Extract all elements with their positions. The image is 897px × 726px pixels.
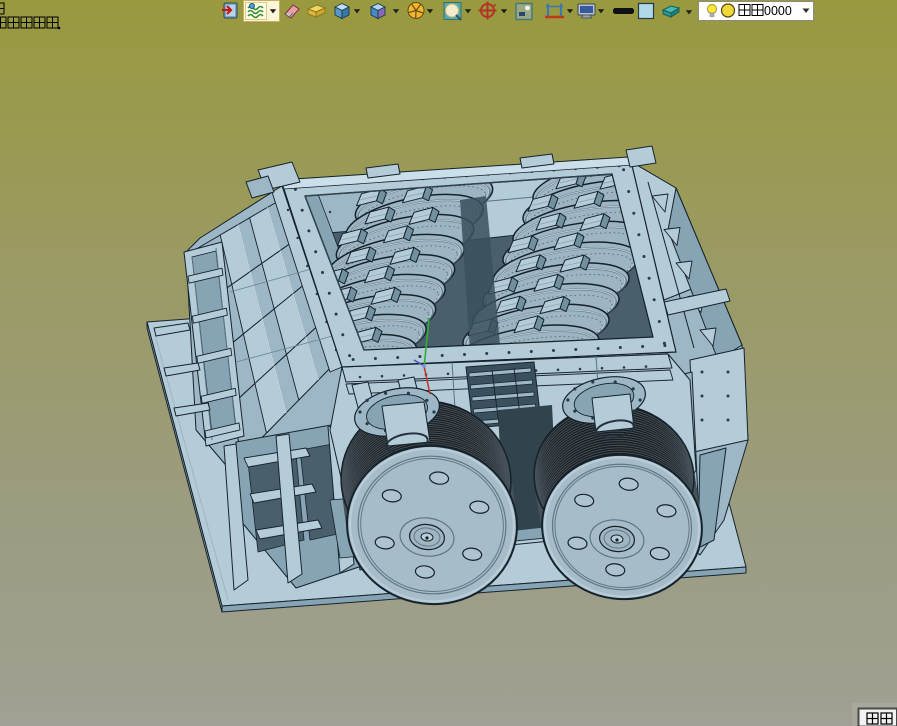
svg-text:0000: 0000 bbox=[764, 4, 792, 18]
